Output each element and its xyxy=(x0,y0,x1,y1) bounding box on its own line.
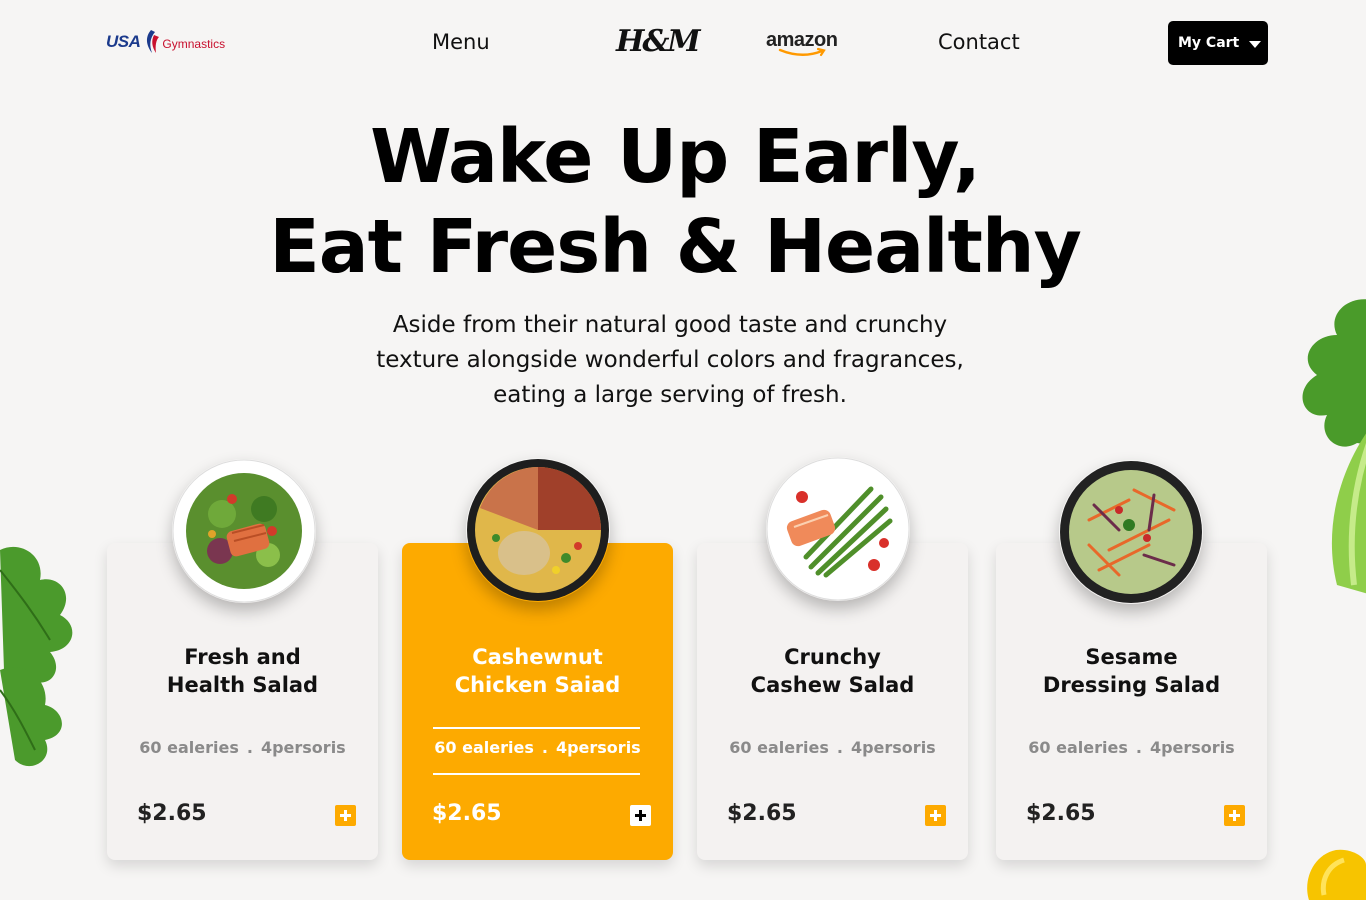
salmon-salad-plate-image xyxy=(172,459,316,603)
flame-swoosh-icon xyxy=(147,30,160,53)
hero-title-line-1: Wake Up Early, xyxy=(370,114,981,200)
nav-menu-link[interactable]: Menu xyxy=(432,30,490,54)
card-meta: 60 ealeries. 4persoris xyxy=(107,738,378,757)
price-text: $2.65 xyxy=(137,801,207,826)
card-title: Fresh and Health Salad xyxy=(107,643,378,699)
price-text: $2.65 xyxy=(432,801,502,826)
plus-icon-stem xyxy=(1233,810,1236,821)
card-title: Sesame Dressing Salad xyxy=(996,643,1267,699)
card-title-line-2: Cashew Salad xyxy=(750,673,915,697)
card-title-line-2: Dressing Salad xyxy=(1042,673,1221,697)
card-title-line-1: Crunchy xyxy=(784,645,881,669)
logo-usa-text: USA xyxy=(106,32,141,51)
calories-text: 60 ealeries xyxy=(1028,738,1128,757)
usa-gymnastics-logo[interactable]: USA Gymnastics xyxy=(106,22,225,62)
divider-top xyxy=(433,727,640,729)
plus-icon-stem xyxy=(934,810,937,821)
meta-separator: . xyxy=(541,738,548,757)
amazon-logo[interactable]: amazon xyxy=(766,30,846,62)
hero-title-line-2: Eat Fresh & Healthy xyxy=(269,204,1082,290)
salmon-asparagus-plate-image xyxy=(766,457,910,601)
hero-subtitle-line-2: texture alongside wonderful colors and f… xyxy=(376,347,964,373)
card-title: Cashewnut Chicken Saiad xyxy=(402,643,673,699)
card-meta: 60 ealeries. 4persoris xyxy=(996,738,1267,757)
card-title-line-2: Chicken Saiad xyxy=(454,673,621,697)
persons-text: 4persoris xyxy=(260,738,346,757)
price-text: $2.65 xyxy=(727,801,797,826)
card-meta: 60 ealeries. 4persoris xyxy=(402,738,673,757)
hero-title: Wake Up Early, Eat Fresh & Healthy xyxy=(0,112,1350,292)
meta-separator: . xyxy=(1135,738,1142,757)
amazon-smile-icon xyxy=(778,47,826,57)
persons-text: 4persoris xyxy=(1149,738,1235,757)
meta-separator: . xyxy=(246,738,253,757)
meta-separator: . xyxy=(836,738,843,757)
card-title-line-1: Sesame xyxy=(1085,645,1178,669)
hm-logo[interactable]: H&M xyxy=(616,24,701,59)
add-to-cart-button[interactable] xyxy=(1224,805,1245,826)
price-text: $2.65 xyxy=(1026,801,1096,826)
cart-label: My Cart xyxy=(1178,35,1240,51)
sesame-salad-bowl-image xyxy=(1059,460,1203,604)
divider-bottom xyxy=(433,773,640,775)
calories-text: 60 ealeries xyxy=(434,738,534,757)
add-to-cart-button[interactable] xyxy=(335,805,356,826)
add-to-cart-button[interactable] xyxy=(925,805,946,826)
hero-subtitle: Aside from their natural good taste and … xyxy=(300,308,1040,413)
calories-text: 60 ealeries xyxy=(729,738,829,757)
coriander-leaf-left-image xyxy=(0,546,73,767)
top-nav: USA Gymnastics Menu H&M amazon Contact M… xyxy=(0,0,1366,90)
hero-subtitle-line-1: Aside from their natural good taste and … xyxy=(392,312,948,338)
card-meta: 60 ealeries. 4persoris xyxy=(697,738,968,757)
my-cart-button[interactable]: My Cart xyxy=(1168,21,1268,65)
plus-icon-stem xyxy=(344,810,347,821)
chevron-down-icon xyxy=(1249,41,1262,48)
yellow-pepper-image xyxy=(1307,849,1366,900)
nav-contact-link[interactable]: Contact xyxy=(938,30,1020,54)
calories-text: 60 ealeries xyxy=(139,738,239,757)
card-title-line-1: Fresh and xyxy=(184,645,301,669)
card-title-line-2: Health Salad xyxy=(166,673,319,697)
plus-icon-stem xyxy=(639,810,642,821)
card-title: Crunchy Cashew Salad xyxy=(697,643,968,699)
card-title-line-1: Cashewnut xyxy=(472,645,603,669)
hero-subtitle-line-3: eating a large serving of fresh. xyxy=(493,382,847,408)
coriander-leaf-right-image xyxy=(1302,299,1366,594)
persons-text: 4persoris xyxy=(850,738,936,757)
logo-gymnastics-text: Gymnastics xyxy=(162,37,226,51)
persons-text: 4persoris xyxy=(555,738,641,757)
chicken-rice-bowl-image xyxy=(466,458,610,602)
add-to-cart-button[interactable] xyxy=(630,805,651,826)
